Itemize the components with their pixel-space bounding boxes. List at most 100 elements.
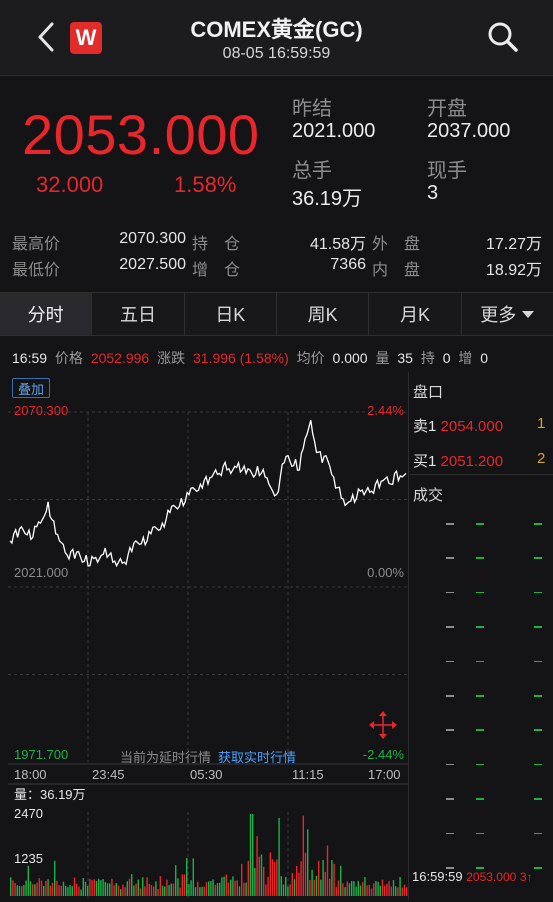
volume-bar bbox=[373, 883, 375, 896]
open-label: 开盘 bbox=[427, 98, 467, 120]
volume-bar bbox=[249, 814, 252, 896]
volume-bar bbox=[172, 883, 175, 896]
pct-axis-top-label: 2.44% bbox=[367, 403, 404, 418]
placeholder-dash bbox=[446, 832, 454, 835]
info-hold-label: 持 bbox=[420, 350, 435, 366]
ask-price: 2054.000 bbox=[440, 418, 504, 435]
info-vol: 35 bbox=[397, 350, 413, 366]
pct-axis-mid-label: 0.00% bbox=[367, 565, 404, 580]
volume-bar bbox=[21, 886, 23, 896]
volume-bar bbox=[194, 887, 197, 896]
info-hold: 0 bbox=[442, 350, 451, 366]
volume-bar bbox=[106, 883, 109, 896]
volume-bar bbox=[364, 877, 366, 896]
crosshair-move-icon[interactable] bbox=[369, 711, 397, 739]
last-volume-value: 3 bbox=[427, 182, 439, 204]
volume-bar bbox=[289, 884, 291, 896]
volume-bar bbox=[296, 866, 298, 896]
volume-bar bbox=[62, 881, 65, 896]
trade-placeholder-row bbox=[446, 591, 546, 606]
tab-label: 月K bbox=[399, 305, 430, 325]
app-header: W COMEX黄金(GC) 08-05 16:59:59 bbox=[0, 0, 553, 76]
volume-bar bbox=[80, 889, 82, 896]
placeholder-dash bbox=[446, 798, 454, 800]
volume-bar bbox=[159, 876, 161, 896]
placeholder-dash bbox=[476, 591, 484, 594]
volume-bar bbox=[89, 878, 91, 896]
ask-row: 卖1 2054.000 bbox=[413, 415, 503, 436]
last-trade-time: 16:59:59 bbox=[412, 869, 463, 884]
volume-bar bbox=[309, 880, 311, 896]
volume-bar bbox=[164, 886, 166, 896]
volume-bar bbox=[355, 886, 357, 896]
volume-bar bbox=[199, 887, 201, 896]
volume-bar bbox=[131, 874, 133, 896]
volume-bar bbox=[43, 886, 45, 896]
price-line bbox=[9, 420, 407, 568]
tab-monthly-k[interactable]: 月K bbox=[369, 293, 462, 335]
overlay-button[interactable]: 叠加 bbox=[12, 378, 50, 398]
info-inc-label: 增 bbox=[458, 350, 473, 366]
placeholder-dash bbox=[534, 626, 542, 628]
volume-bar bbox=[58, 885, 60, 896]
volume-bar bbox=[84, 881, 87, 896]
x-tick-3: 05:30 bbox=[190, 767, 223, 782]
placeholder-dash bbox=[476, 832, 484, 835]
volume-bar bbox=[333, 863, 335, 896]
tab-more[interactable]: 更多 bbox=[461, 293, 553, 335]
volume-bar bbox=[36, 882, 38, 896]
volume-bar bbox=[60, 885, 62, 896]
intraday-chart[interactable] bbox=[8, 372, 408, 900]
info-price-label: 价格 bbox=[54, 350, 83, 366]
tab-five-day[interactable]: 五日 bbox=[92, 293, 185, 335]
period-tabs: 分时 五日 日K 周K 月K 更多 bbox=[0, 292, 553, 336]
tab-daily-k[interactable]: 日K bbox=[184, 293, 277, 335]
placeholder-dash bbox=[446, 557, 454, 559]
placeholder-dash bbox=[446, 729, 454, 731]
volume-bar bbox=[188, 884, 190, 896]
volume-bar bbox=[47, 879, 49, 896]
x-tick-2: 23:45 bbox=[92, 767, 125, 782]
volume-bar bbox=[375, 881, 377, 896]
chevron-down-icon bbox=[522, 310, 535, 318]
last-trade-row: 16:59:59 2053.000 3↑ bbox=[412, 869, 533, 884]
volume-bar bbox=[285, 876, 287, 896]
x-tick-4: 11:15 bbox=[292, 767, 324, 782]
volume-bar bbox=[304, 852, 307, 896]
open-value: 2037.000 bbox=[427, 120, 511, 142]
volume-bar bbox=[243, 882, 245, 896]
volume-bar bbox=[71, 886, 73, 896]
realtime-link[interactable]: 获取实时行情 bbox=[218, 747, 296, 766]
volume-bar bbox=[276, 859, 278, 896]
volume-bar bbox=[100, 880, 102, 896]
volume-bar bbox=[337, 880, 340, 896]
volume-bar bbox=[311, 869, 313, 896]
volume-bar bbox=[401, 887, 403, 896]
volume-bar bbox=[181, 874, 183, 896]
volume-bar bbox=[212, 879, 214, 896]
volume-bars bbox=[10, 814, 408, 896]
volume-bar bbox=[203, 886, 205, 896]
volume-bar bbox=[271, 859, 274, 896]
quote-timestamp: 08-05 16:59:59 bbox=[222, 45, 331, 62]
volume-bar bbox=[282, 884, 285, 896]
volume-bar bbox=[318, 860, 320, 896]
search-icon[interactable] bbox=[486, 20, 520, 54]
info-change-label: 涨跌 bbox=[157, 350, 186, 366]
volume-bar bbox=[362, 882, 364, 896]
volume-bar bbox=[104, 882, 106, 896]
volume-bar bbox=[245, 882, 247, 896]
placeholder-dash bbox=[534, 832, 542, 835]
tab-intraday[interactable]: 分时 bbox=[0, 293, 93, 335]
tab-weekly-k[interactable]: 周K bbox=[276, 293, 370, 335]
volume-bar bbox=[313, 879, 315, 896]
panel-divider bbox=[410, 474, 553, 475]
volume-bar bbox=[49, 885, 51, 896]
volume-bar bbox=[23, 885, 25, 896]
volume-bar bbox=[390, 886, 392, 896]
volume-bar bbox=[397, 887, 399, 896]
x-tick-5: 17:00 bbox=[368, 767, 401, 782]
trade-placeholder-row bbox=[446, 729, 546, 743]
volume-bar bbox=[150, 884, 153, 896]
low-label: 最低价 bbox=[12, 262, 61, 279]
